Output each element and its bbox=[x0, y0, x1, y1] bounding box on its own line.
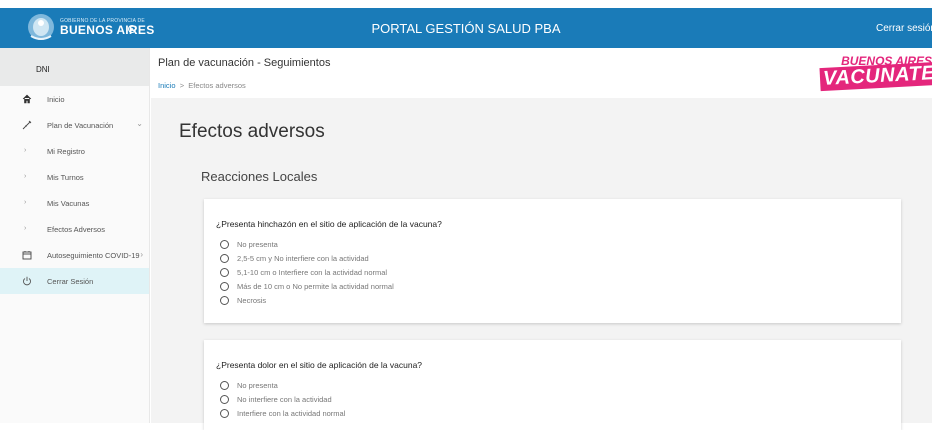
radio-button[interactable] bbox=[220, 394, 229, 404]
radio-button[interactable] bbox=[220, 281, 229, 291]
sidebar-item-label: Cerrar Sesión bbox=[47, 276, 94, 286]
radio-option[interactable]: Más de 10 cm o No permite la actividad n… bbox=[220, 280, 394, 292]
radio-option[interactable]: No presenta bbox=[220, 379, 278, 391]
radio-button[interactable] bbox=[220, 267, 229, 277]
question-card: ¿Presenta dolor en el sitio de aplicació… bbox=[204, 340, 901, 430]
sidebar-item-label: Inicio bbox=[47, 94, 65, 104]
radio-button[interactable] bbox=[220, 295, 229, 305]
sidebar-item-mis-turnos[interactable]: › Mis Turnos bbox=[0, 164, 149, 190]
main-content: Plan de vacunación - Seguimientos Inicio… bbox=[151, 48, 932, 430]
sidebar-item-mi-registro[interactable]: › Mi Registro bbox=[0, 138, 149, 164]
breadcrumb: Inicio > Efectos adversos bbox=[158, 81, 246, 90]
breadcrumb-current: Efectos adversos bbox=[188, 81, 246, 90]
sidebar-item-label: Autoseguimiento COVID-19 bbox=[47, 250, 140, 260]
radio-button[interactable] bbox=[220, 408, 229, 418]
sidebar-item-label: Efectos Adversos bbox=[47, 224, 105, 234]
sidebar-item-label: Mi Registro bbox=[47, 146, 85, 156]
chevron-right-icon: › bbox=[24, 225, 27, 232]
sidebar-item-label: Mis Turnos bbox=[47, 172, 84, 182]
option-label: No presenta bbox=[237, 380, 278, 390]
radio-option[interactable]: Necrosis bbox=[220, 294, 266, 306]
question-card: ¿Presenta hinchazón en el sitio de aplic… bbox=[204, 199, 901, 323]
vacunate-logo-bottom: VACUNATE bbox=[819, 61, 932, 92]
radio-button[interactable] bbox=[220, 239, 229, 249]
home-icon bbox=[22, 94, 32, 104]
option-label: No interfiere con la actividad bbox=[237, 394, 332, 404]
user-dni: DNI bbox=[0, 48, 149, 86]
chevron-right-icon: › bbox=[140, 250, 143, 259]
radio-option[interactable]: Interfiere con la actividad normal bbox=[220, 407, 345, 419]
top-bar: GOBIERNO DE LA PROVINCIA DE BUENOS AIRES… bbox=[0, 8, 932, 48]
sidebar-item-inicio[interactable]: Inicio bbox=[0, 86, 149, 112]
radio-option[interactable]: No interfiere con la actividad bbox=[220, 393, 332, 405]
page-header: Plan de vacunación - Seguimientos Inicio… bbox=[151, 48, 932, 98]
page-heading: Efectos adversos bbox=[179, 121, 325, 142]
option-label: Más de 10 cm o No permite la actividad n… bbox=[237, 281, 394, 291]
sidebar-item-efectos-adversos[interactable]: › Efectos Adversos bbox=[0, 216, 149, 242]
sidebar-item-label: Mis Vacunas bbox=[47, 198, 90, 208]
section-heading: Reacciones Locales bbox=[201, 169, 318, 184]
sidebar: DNI Inicio Plan de Vacunación ⌄ › Mi Reg… bbox=[0, 48, 150, 423]
sidebar-item-mis-vacunas[interactable]: › Mis Vacunas bbox=[0, 190, 149, 216]
option-label: 5,1-10 cm o Interfiere con la actividad … bbox=[237, 267, 388, 277]
option-label: Interfiere con la actividad normal bbox=[237, 408, 346, 418]
option-label: Necrosis bbox=[237, 295, 267, 305]
sidebar-item-label: Plan de Vacunación bbox=[47, 120, 114, 130]
vacunate-logo: BUENOS AIRES VACUNATE bbox=[819, 54, 932, 94]
chevron-right-icon: › bbox=[24, 147, 27, 154]
top-strip bbox=[0, 0, 932, 8]
syringe-icon bbox=[22, 120, 32, 130]
radio-option[interactable]: 5,1-10 cm o Interfiere con la actividad … bbox=[220, 266, 387, 278]
option-label: 2,5-5 cm y No interfiere con la activida… bbox=[237, 253, 369, 263]
radio-button[interactable] bbox=[220, 380, 229, 390]
logout-link[interactable]: Cerrar sesión bbox=[876, 23, 932, 34]
sidebar-item-autoseguimiento[interactable]: Autoseguimiento COVID-19 › bbox=[0, 242, 149, 268]
power-icon bbox=[22, 276, 32, 286]
chevron-down-icon: ⌄ bbox=[136, 119, 143, 128]
question-text: ¿Presenta dolor en el sitio de aplicació… bbox=[216, 360, 423, 370]
sidebar-item-plan-vacunacion[interactable]: Plan de Vacunación ⌄ bbox=[0, 112, 149, 138]
portal-title: PORTAL GESTIÓN SALUD PBA bbox=[371, 21, 561, 36]
breadcrumb-home[interactable]: Inicio bbox=[158, 81, 176, 90]
chevron-right-icon: › bbox=[24, 173, 27, 180]
question-text: ¿Presenta hinchazón en el sitio de aplic… bbox=[216, 219, 442, 229]
calendar-icon bbox=[22, 250, 32, 260]
chevron-right-icon: › bbox=[24, 199, 27, 206]
sidebar-item-cerrar-sesion[interactable]: Cerrar Sesión bbox=[0, 268, 149, 294]
page-title: Plan de vacunación - Seguimientos bbox=[158, 57, 331, 69]
breadcrumb-separator: > bbox=[179, 81, 185, 90]
option-label: No presenta bbox=[237, 239, 278, 249]
radio-button[interactable] bbox=[220, 253, 229, 263]
radio-option[interactable]: No presenta bbox=[220, 238, 278, 250]
radio-option[interactable]: 2,5-5 cm y No interfiere con la activida… bbox=[220, 252, 369, 264]
